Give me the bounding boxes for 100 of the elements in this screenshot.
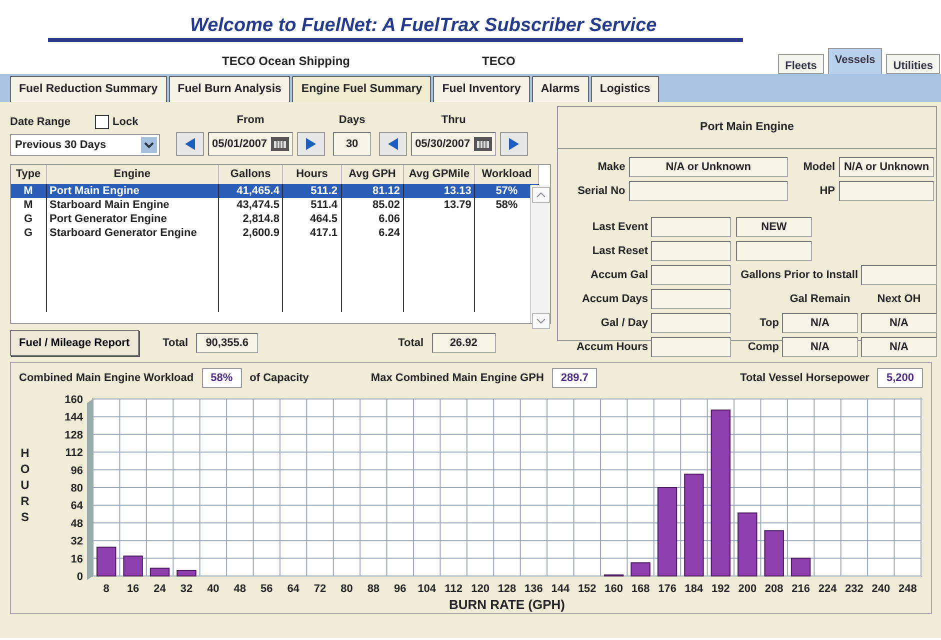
field-label: Total Vessel Horsepower — [740, 370, 870, 386]
x-tick-label: 32 — [180, 583, 193, 595]
total-field: 90,355.6 — [196, 333, 258, 353]
field-label: Serial No — [576, 184, 626, 199]
date-range-dropdown[interactable]: Previous 30 Days — [10, 134, 160, 156]
column-header: Gal Remain — [788, 292, 852, 307]
date-field[interactable]: 05/01/2007 — [208, 132, 294, 156]
field-label: Days — [338, 112, 366, 128]
bar — [764, 530, 784, 576]
y-tick-label: 48 — [70, 518, 83, 530]
field-label: Accum Gal — [590, 268, 648, 283]
table-cell: Port Main Engine — [50, 184, 140, 196]
y-tick-label: 144 — [64, 412, 83, 424]
table-cell: 511.2 — [310, 184, 338, 196]
triangle-left-icon — [386, 137, 400, 151]
x-tick-label: 96 — [394, 583, 406, 595]
remain-field: N/A — [782, 313, 858, 333]
column-header: Engine — [46, 165, 218, 184]
x-tick-label: 240 — [872, 583, 890, 595]
table-cell: 58% — [496, 198, 518, 210]
table-cell: 41,465.4 — [236, 184, 280, 196]
field-label: Thru — [441, 112, 466, 128]
field-label: Make — [596, 160, 626, 175]
table-cell: 6.24 — [378, 226, 400, 238]
date-field[interactable]: 05/30/2007 — [411, 132, 496, 156]
tab[interactable]: Engine Fuel Summary — [292, 76, 432, 102]
calendar-icon[interactable] — [474, 137, 492, 151]
bar — [123, 556, 143, 576]
x-tick-label: 80 — [340, 583, 353, 595]
next-button[interactable] — [500, 132, 528, 156]
company-code: TECO — [482, 53, 516, 70]
table-cell: G — [24, 226, 33, 238]
field-label: Accum Days — [580, 292, 648, 307]
field-label: Gallons Prior to Install — [740, 268, 858, 283]
x-tick-label: 40 — [207, 583, 220, 595]
view-tab[interactable]: Fleets — [778, 54, 824, 74]
calendar-icon[interactable] — [271, 137, 290, 151]
previous-button[interactable] — [176, 132, 204, 156]
field-label: Accum Hours — [575, 340, 648, 355]
make-field: N/A or Unknown — [629, 157, 788, 177]
chevron-down-icon — [536, 318, 546, 324]
bar — [176, 570, 196, 576]
axis-title: BURN RATE (GPH) — [448, 597, 566, 612]
table-cell: 13.13 — [444, 184, 472, 196]
x-tick-label: 200 — [738, 583, 757, 595]
scroll-up-button[interactable] — [532, 187, 550, 203]
table-cell: Starboard Generator Engine — [50, 226, 197, 238]
next-button[interactable] — [297, 132, 326, 156]
tab[interactable]: Fuel Burn Analysis — [168, 76, 290, 102]
field-label: of Capacity — [250, 370, 309, 386]
x-tick-label: 152 — [578, 583, 596, 595]
y-tick-label: 80 — [70, 482, 83, 494]
x-tick-label: 184 — [684, 583, 704, 595]
tab[interactable]: Alarms — [532, 76, 589, 102]
report-button[interactable]: Fuel / Mileage Report — [10, 330, 139, 356]
view-tab[interactable]: Vessels — [828, 48, 882, 74]
table-cell: 2,600.9 — [242, 226, 280, 238]
x-tick-label: 136 — [524, 583, 543, 595]
table-cell: 43,474.5 — [236, 198, 280, 210]
previous-button[interactable] — [379, 132, 408, 156]
x-tick-label: 176 — [658, 583, 676, 595]
x-tick-label: 192 — [712, 583, 730, 595]
panel-title: Port Main Engine — [558, 107, 936, 149]
x-tick-label: 216 — [792, 583, 810, 595]
bar — [96, 546, 116, 576]
triangle-right-icon — [507, 137, 522, 151]
event-field: NEW — [736, 217, 812, 237]
x-tick-label: 208 — [764, 583, 784, 595]
total-label: Total — [162, 336, 188, 351]
field-label: Comp — [746, 340, 779, 355]
view-tab[interactable]: Utilities — [886, 54, 940, 74]
lock-checkbox[interactable] — [94, 114, 109, 129]
table-cell: 57% — [496, 184, 518, 196]
column-header: Workload — [474, 165, 538, 184]
table-cell: 417.1 — [310, 226, 338, 238]
x-tick-label: 160 — [604, 583, 624, 595]
triangle-right-icon — [304, 137, 318, 151]
tab[interactable]: Fuel Reduction Summary — [10, 76, 167, 102]
table-cell: G — [24, 212, 33, 224]
y-tick-label: 112 — [65, 447, 83, 460]
column-header: Hours — [282, 165, 341, 184]
table-cell: 85.02 — [372, 198, 400, 210]
x-tick-label: 248 — [898, 583, 917, 595]
y-tick-label: 0 — [76, 571, 83, 583]
x-tick-label: 24 — [154, 583, 166, 595]
table-cell: 2,814.8 — [242, 212, 280, 224]
x-tick-label: 104 — [418, 583, 436, 595]
table-cell: 6.06 — [378, 212, 400, 224]
remain-field: N/A — [782, 337, 858, 357]
field-label: Gal / Day — [600, 316, 648, 331]
tab[interactable]: Fuel Inventory — [433, 76, 530, 102]
table-cell: Starboard Main Engine — [50, 198, 170, 210]
table-cell: M — [24, 184, 33, 196]
scroll-down-button[interactable] — [532, 313, 550, 329]
table-cell: 511.4 — [310, 198, 338, 210]
overhaul-field: N/A — [861, 337, 937, 357]
tab[interactable]: Logistics — [590, 76, 660, 102]
x-tick-label: 112 — [444, 583, 462, 595]
x-tick-label: 72 — [314, 583, 326, 595]
table-row[interactable]: M Port Main Engine 41,465.4 511.2 81.12 13.13 57% — [11, 184, 538, 198]
